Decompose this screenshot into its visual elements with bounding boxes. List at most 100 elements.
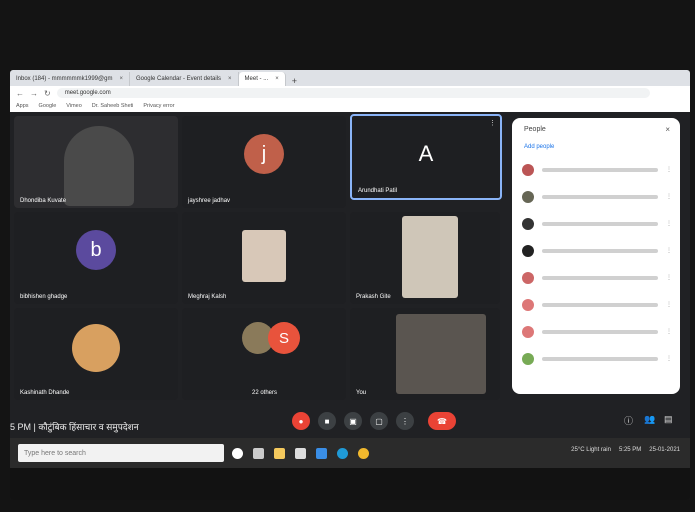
reload-icon[interactable]: ↻ — [44, 89, 51, 98]
task-view-icon[interactable] — [253, 447, 264, 459]
cortana-icon[interactable] — [232, 447, 243, 459]
forward-icon[interactable]: → — [30, 89, 38, 98]
monitor-screen: Inbox (184) - mmmmmmk1999@gm × Google Cal… — [10, 70, 690, 500]
close-icon[interactable]: × — [119, 76, 123, 82]
search-input[interactable]: Type here to search — [18, 444, 224, 462]
participant-tile-speaking[interactable]: A ⋮ Arundhati Patil — [350, 114, 502, 200]
avatar — [522, 298, 534, 311]
participant-tile[interactable]: Kashinath Dhande — [14, 308, 178, 400]
tab-label: Inbox (184) - mmmmmmk1999@gm — [16, 76, 113, 82]
chat-icon[interactable]: ▤ — [664, 414, 673, 425]
nav-buttons: ← → ↻ — [10, 89, 57, 98]
participant-name: Arundhati Patil — [358, 188, 398, 194]
chrome-icon[interactable] — [358, 447, 369, 459]
participant-name: Prakash Gite — [356, 294, 391, 300]
participant-name-blur — [542, 194, 658, 199]
browser-tab[interactable]: Inbox (184) - mmmmmmk1999@gm × — [10, 72, 130, 86]
meet-grid: Dhondiba Kuvate j jayshree jadhav A ⋮ Ar… — [10, 112, 690, 402]
browser-tabbar: Inbox (184) - mmmmmmk1999@gm × Google Cal… — [10, 70, 690, 86]
leave-call-icon[interactable]: ☎ — [428, 412, 456, 430]
bookmark-item[interactable]: Google — [39, 103, 57, 109]
close-icon[interactable]: × — [228, 76, 232, 82]
system-tray: 25°C Light rain 5:25 PM 25-01-2021 — [571, 447, 680, 453]
list-item[interactable]: ⋮ — [522, 237, 672, 264]
list-item[interactable]: ⋮ — [522, 345, 672, 372]
back-icon[interactable]: ← — [16, 89, 24, 98]
people-icon[interactable]: 👥 — [644, 414, 655, 425]
more-icon[interactable]: ⋮ — [666, 166, 672, 173]
close-icon[interactable]: × — [665, 125, 670, 134]
participant-name: bibhishen ghadge — [20, 294, 68, 300]
bookmark-item[interactable]: Vimeo — [66, 103, 82, 109]
address-bar-row: ← → ↻ meet.google.com — [10, 86, 690, 100]
more-icon[interactable]: ⋮ — [666, 328, 672, 335]
participant-tile[interactable]: b bibhishen ghadge — [14, 212, 178, 304]
more-icon[interactable]: ⋮ — [666, 193, 672, 200]
more-icon[interactable]: ⋮ — [666, 247, 672, 254]
clock-time[interactable]: 5:25 PM — [619, 447, 641, 453]
avatar — [522, 217, 534, 230]
more-icon[interactable]: ⋮ — [666, 274, 672, 281]
participant-tile[interactable]: Prakash Gite — [350, 212, 500, 304]
close-icon[interactable]: × — [275, 76, 279, 82]
participant-name: jayshree jadhav — [188, 198, 231, 204]
participant-tile[interactable]: Meghraj Kalsh — [182, 212, 346, 304]
url-input[interactable]: meet.google.com — [56, 88, 650, 98]
file-explorer-icon[interactable] — [274, 447, 285, 459]
participant-tile[interactable]: j jayshree jadhav — [182, 116, 346, 208]
avatar — [522, 352, 534, 365]
avatar: S — [268, 322, 300, 354]
avatar: b — [76, 230, 116, 270]
list-item[interactable]: ⋮ — [522, 183, 672, 210]
participant-name-blur — [542, 248, 658, 253]
participant-name: Meghraj Kalsh — [188, 294, 227, 300]
people-list: ⋮ ⋮ ⋮ ⋮ ⋮ ⋮ ⋮ ⋮ — [522, 156, 672, 372]
participant-name-blur — [542, 167, 658, 172]
participant-name: Dhondiba Kuvate — [20, 198, 67, 204]
avatar: j — [244, 134, 284, 174]
people-panel: People × Add people ⋮ ⋮ ⋮ ⋮ ⋮ ⋮ ⋮ ⋮ — [512, 118, 680, 394]
avatar — [522, 190, 534, 203]
camera-icon[interactable]: ■ — [318, 412, 336, 430]
participant-tile[interactable]: S 22 others — [182, 308, 346, 400]
avatar — [522, 244, 534, 257]
bookmark-item[interactable]: Privacy error — [143, 103, 174, 109]
store-icon[interactable] — [295, 447, 306, 459]
list-item[interactable]: ⋮ — [522, 264, 672, 291]
list-item[interactable]: ⋮ — [522, 291, 672, 318]
more-icon[interactable]: ⋮ — [396, 412, 414, 430]
tab-label: Meet - ... — [244, 76, 269, 82]
list-item[interactable]: ⋮ — [522, 318, 672, 345]
tab-label: Google Calendar - Event details — [135, 76, 222, 82]
more-icon[interactable]: ⋮ — [666, 220, 672, 227]
captions-icon[interactable]: ▣ — [344, 412, 362, 430]
more-icon[interactable]: ⋮ — [666, 301, 672, 308]
present-icon[interactable]: ▢ — [370, 412, 388, 430]
add-people-button[interactable]: Add people — [524, 144, 554, 150]
bookmark-item[interactable]: Dr. Saheeb Sheti — [92, 103, 134, 109]
new-tab-button[interactable]: + — [286, 76, 303, 86]
participant-tile[interactable]: Dhondiba Kuvate — [14, 116, 178, 208]
avatar — [522, 325, 534, 338]
mic-icon[interactable]: ● — [292, 412, 310, 430]
browser-tab[interactable]: Google Calendar - Event details × — [130, 72, 239, 86]
monitor-frame-bottom — [10, 468, 690, 500]
browser-tab-active[interactable]: Meet - ... × — [238, 72, 286, 86]
mail-icon[interactable] — [316, 447, 327, 459]
participant-name: 22 others — [252, 390, 278, 396]
list-item[interactable]: ⋮ — [522, 210, 672, 237]
list-item[interactable]: ⋮ — [522, 156, 672, 183]
participant-video — [64, 126, 134, 206]
edge-icon[interactable] — [337, 447, 348, 459]
more-icon[interactable]: ⋮ — [666, 355, 672, 362]
more-icon[interactable]: ⋮ — [489, 119, 496, 127]
weather-label[interactable]: 25°C Light rain — [571, 447, 611, 453]
bookmark-item[interactable]: Apps — [16, 103, 29, 109]
participant-tile-self[interactable]: You — [350, 308, 500, 400]
participant-video — [242, 230, 286, 282]
taskbar-apps — [232, 447, 369, 459]
avatar — [72, 324, 120, 372]
info-icon[interactable]: ⓘ — [624, 414, 633, 427]
participant-video — [402, 216, 458, 298]
clock-date[interactable]: 25-01-2021 — [649, 447, 680, 453]
